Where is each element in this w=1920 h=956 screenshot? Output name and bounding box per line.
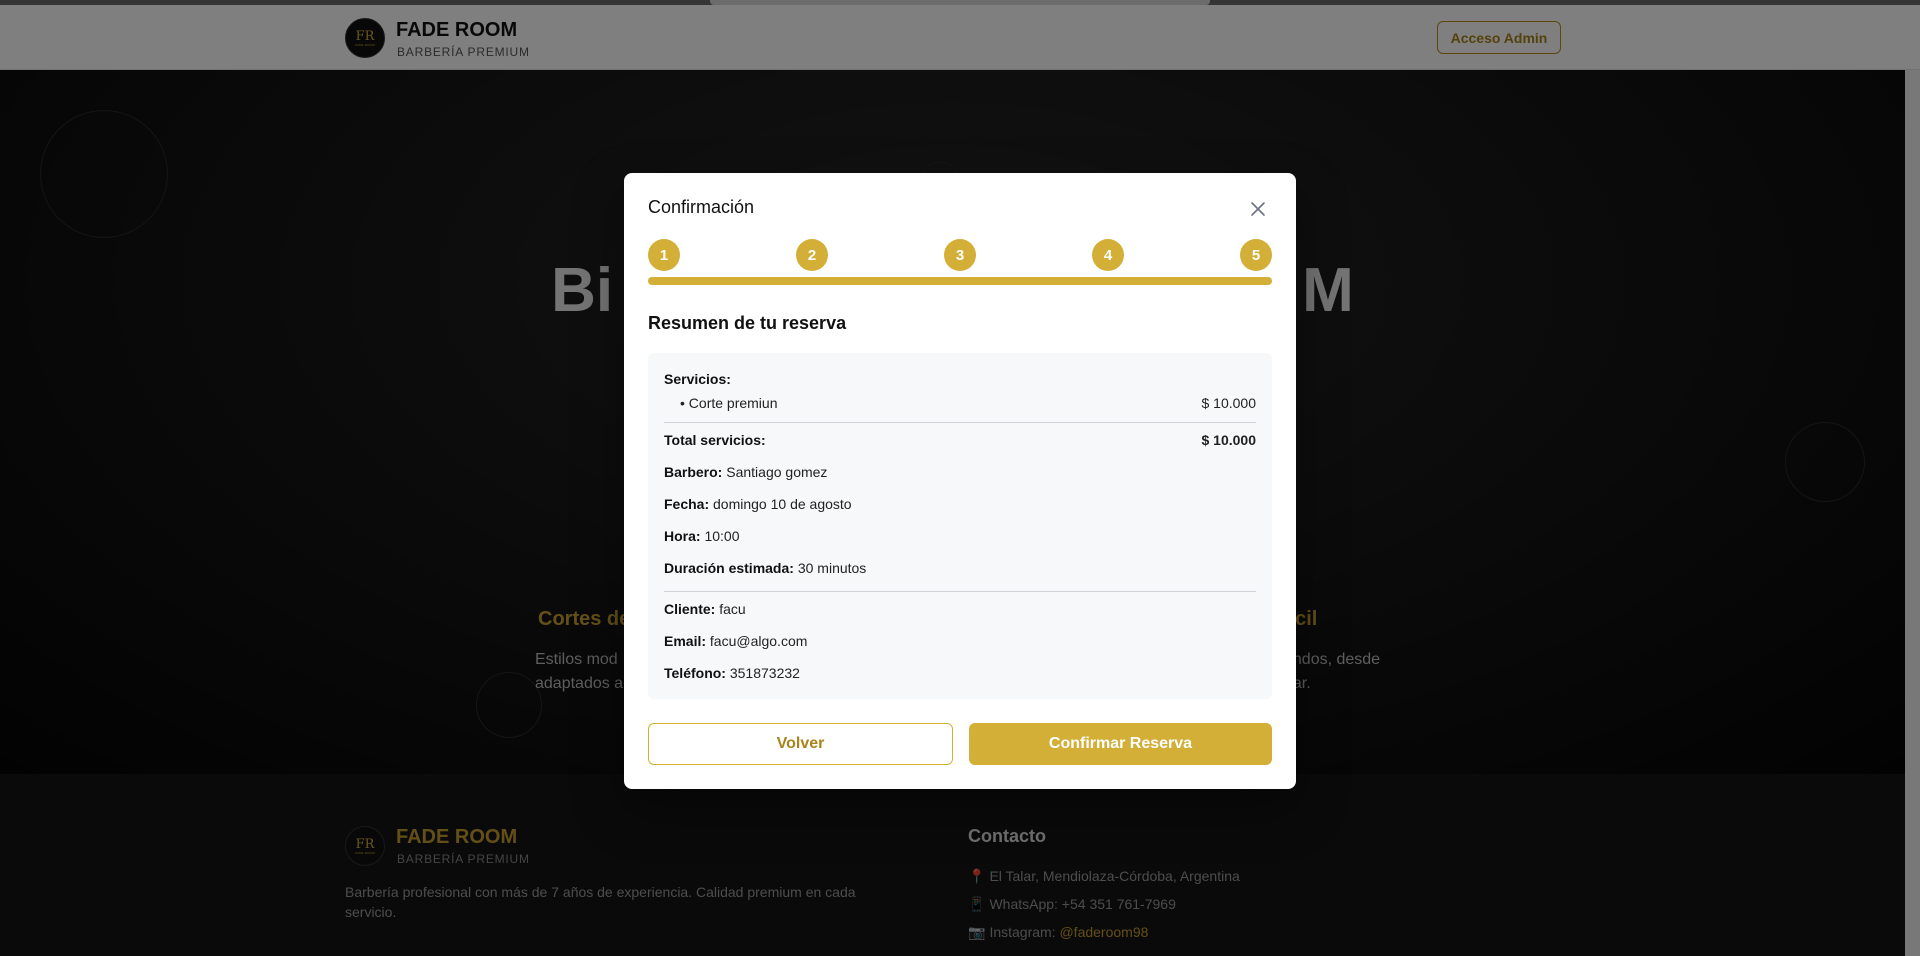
duration-row: Duración estimada: 30 minutos <box>664 560 866 576</box>
step-indicator-5: 5 <box>1240 239 1272 271</box>
time-label: Hora: <box>664 528 701 544</box>
barber-row: Barbero: Santiago gomez <box>664 464 827 480</box>
phone-value: 351873232 <box>729 665 800 681</box>
duration-value: 30 minutos <box>797 560 867 576</box>
progress-bar <box>648 277 1272 285</box>
modal-title: Confirmación <box>648 197 755 217</box>
time-row: Hora: 10:00 <box>664 528 740 544</box>
client-value: facu <box>719 601 746 617</box>
step-indicator-1: 1 <box>648 239 680 271</box>
total-value: $ 10.000 <box>1202 432 1257 448</box>
booking-confirmation-modal: Confirmación 1 2 3 4 5 Resumen de tu res… <box>624 173 1296 789</box>
close-icon[interactable] <box>1248 199 1268 219</box>
step-indicator-3: 3 <box>944 239 976 271</box>
divider <box>664 591 1256 592</box>
date-value: domingo 10 de agosto <box>713 496 852 512</box>
services-label-text: Servicios: <box>664 371 731 387</box>
step-indicator-4: 4 <box>1092 239 1124 271</box>
client-label: Cliente: <box>664 601 716 617</box>
phone-row: Teléfono: 351873232 <box>664 665 800 681</box>
step-indicator-2: 2 <box>796 239 828 271</box>
back-button[interactable]: Volver <box>648 723 953 765</box>
booking-summary: Servicios: • Corte premiun $ 10.000 Tota… <box>648 353 1272 699</box>
services-label: Servicios: <box>664 371 731 387</box>
email-label: Email: <box>664 633 707 649</box>
service-price: $ 10.000 <box>1201 395 1257 411</box>
divider <box>664 422 1256 423</box>
service-name: • Corte premiun <box>680 395 778 411</box>
total-value-text: $ 10.000 <box>1201 432 1257 448</box>
total-label: Total servicios: <box>664 432 766 448</box>
date-row: Fecha: domingo 10 de agosto <box>664 496 852 512</box>
service-item: • Corte premiun <box>680 395 778 411</box>
phone-label: Teléfono: <box>664 665 726 681</box>
barber-value: Santiago gomez <box>726 464 828 480</box>
summary-heading: Resumen de tu reserva <box>648 313 847 333</box>
date-label: Fecha: <box>664 496 710 512</box>
client-row: Cliente: facu <box>664 601 746 617</box>
time-value: 10:00 <box>704 528 740 544</box>
email-row: Email: facu@algo.com <box>664 633 807 649</box>
duration-label: Duración estimada: <box>664 560 794 576</box>
barber-label: Barbero: <box>664 464 723 480</box>
total-services: Total servicios: <box>664 432 766 448</box>
email-value: facu@algo.com <box>709 633 808 649</box>
confirm-booking-button[interactable]: Confirmar Reserva <box>969 723 1272 765</box>
